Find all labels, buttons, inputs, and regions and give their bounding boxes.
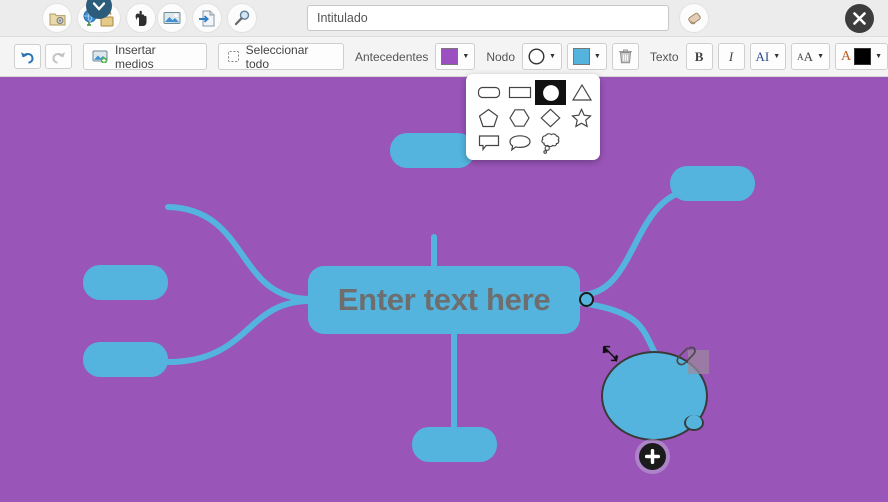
circle-shape[interactable] <box>535 80 566 105</box>
text-color-picker[interactable]: A ▼ <box>834 43 888 70</box>
circle-shape-icon <box>528 48 545 65</box>
background-label: Antecedentes <box>355 49 429 64</box>
top-toolbar: Intitulado <box>0 0 888 37</box>
hand-pointer-icon[interactable] <box>126 3 156 33</box>
close-window-button[interactable] <box>845 4 874 33</box>
node-right[interactable] <box>670 166 755 201</box>
paperclip-icon[interactable] <box>675 344 697 370</box>
undo-button[interactable] <box>14 44 41 69</box>
chevron-down-icon: ▼ <box>462 53 470 60</box>
chevron-down-icon: ▼ <box>593 53 601 60</box>
image-icon[interactable] <box>157 3 187 33</box>
chevron-down-icon: ▼ <box>875 53 883 60</box>
chevron-down-icon: ▼ <box>817 53 824 60</box>
center-node[interactable]: Enter text here <box>308 266 580 334</box>
rectangle-shape[interactable] <box>504 80 535 105</box>
node-bottom[interactable] <box>412 427 497 462</box>
node-color-swatch <box>572 48 590 65</box>
center-node-text: Enter text here <box>337 282 551 317</box>
chevron-down-icon: ▼ <box>773 53 781 60</box>
resize-handle-icon[interactable] <box>600 343 622 365</box>
branch-lower-left <box>165 298 313 365</box>
font-family-label: AI <box>755 48 770 64</box>
mindmap-canvas[interactable]: Enter text here <box>0 77 888 502</box>
redo-button[interactable] <box>45 44 72 69</box>
font-size-sub: A <box>803 48 814 64</box>
node-shape-picker[interactable]: ▼ <box>522 43 562 70</box>
node-top[interactable] <box>390 133 475 168</box>
speech-bubble-rect-shape[interactable] <box>473 130 504 155</box>
italic-button[interactable]: I <box>717 43 745 70</box>
star-shape[interactable] <box>566 105 597 130</box>
bold-label: B <box>694 48 704 64</box>
trash-icon <box>618 49 632 64</box>
node-color-picker[interactable]: ▼ <box>566 43 607 70</box>
node-label: Nodo <box>486 49 515 64</box>
font-family-picker[interactable]: AI ▼ <box>749 43 787 70</box>
select-all-button[interactable]: Seleccionar todo <box>217 42 344 71</box>
eraser-icon[interactable] <box>679 3 709 33</box>
speech-bubble-oval-shape[interactable] <box>504 130 535 155</box>
folder-settings-icon[interactable] <box>42 3 72 33</box>
background-color-picker[interactable]: ▼ <box>435 43 476 70</box>
circle-node-nub <box>684 415 704 431</box>
branch-upper-left <box>165 204 313 302</box>
thought-bubble-shape[interactable] <box>535 130 566 155</box>
text-color-label: A <box>840 48 852 64</box>
bold-button[interactable]: B <box>685 43 713 70</box>
insert-media-button[interactable]: Insertar medios <box>83 42 207 71</box>
italic-label: I <box>728 48 734 64</box>
triangle-shape[interactable] <box>566 80 597 105</box>
add-child-node-button[interactable] <box>639 443 666 470</box>
node-upper-left[interactable] <box>83 265 168 300</box>
node-lower-left[interactable] <box>83 342 168 377</box>
chevron-down-icon: ▼ <box>548 53 556 60</box>
rounded-rectangle-shape[interactable] <box>473 80 504 105</box>
text-color-swatch <box>854 48 872 65</box>
globe-unlock-icon[interactable] <box>77 0 121 33</box>
insert-media-label: Insertar medios <box>114 42 156 71</box>
node-connection-handle[interactable] <box>579 292 594 307</box>
mindmap-application: Intitulado Insertar medios Seleccionar t… <box>0 0 888 502</box>
pentagon-shape[interactable] <box>473 105 504 130</box>
format-toolbar: Insertar medios Seleccionar todo Anteced… <box>0 37 888 77</box>
text-label: Texto <box>649 49 679 64</box>
import-file-icon[interactable] <box>192 3 222 33</box>
font-size-picker[interactable]: AA ▼ <box>791 43 830 70</box>
diamond-shape[interactable] <box>535 105 566 130</box>
background-color-swatch <box>441 48 459 65</box>
shape-picker-dropdown[interactable] <box>466 74 600 160</box>
branch-right <box>577 186 703 298</box>
select-all-label: Seleccionar todo <box>245 42 309 71</box>
document-title-input[interactable]: Intitulado <box>307 5 669 31</box>
magnifier-icon[interactable] <box>227 3 257 33</box>
delete-node-button[interactable] <box>611 43 639 70</box>
hexagon-shape[interactable] <box>504 105 535 130</box>
